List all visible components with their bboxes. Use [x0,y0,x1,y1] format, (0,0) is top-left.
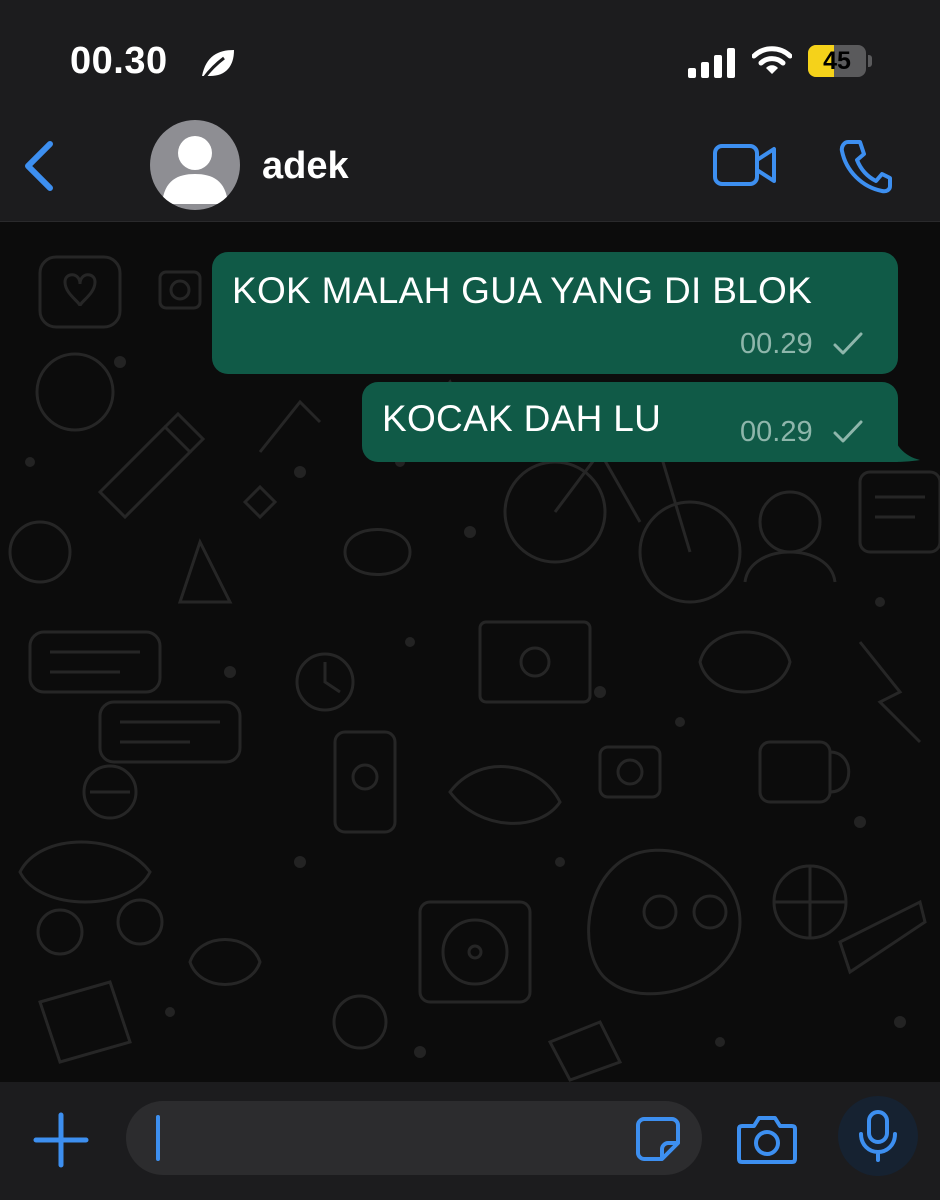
chat-area[interactable]: KOK MALAH GUA YANG DI BLOK 00.29 KOCAK D… [0,222,940,1082]
battery-percentage: 45 [823,47,851,75]
message-text: KOK MALAH GUA YANG DI BLOK [232,270,813,311]
chat-header: adek [0,110,940,222]
single-check-icon [833,420,863,443]
battery-cap [868,55,872,67]
back-chevron-icon [25,141,53,191]
message-input[interactable] [126,1101,702,1175]
back-button[interactable] [18,138,62,194]
video-call-icon [713,144,776,186]
microphone-icon [859,1110,897,1162]
signal-bars-icon [688,48,735,78]
wifi-icon [752,46,792,74]
camera-button[interactable] [736,1112,798,1166]
video-call-button[interactable] [712,140,778,190]
camera-icon [737,1116,797,1164]
battery-body: 45 [808,45,866,77]
message-bubble-outgoing[interactable]: KOCAK DAH LU 00.29 [362,382,898,462]
attach-button[interactable] [28,1107,94,1173]
sticker-icon [636,1117,680,1161]
plus-icon [33,1112,89,1168]
voice-message-button[interactable] [838,1096,918,1176]
battery-icon: 45 [808,45,872,77]
single-check-icon [833,332,863,355]
message-input-bar [0,1082,940,1200]
bubble-tail [890,424,920,462]
avatar-placeholder-icon [162,136,228,204]
message-text: KOCAK DAH LU [382,398,662,439]
message-time: 00.29 [740,416,813,448]
contact-name[interactable]: adek [262,145,349,188]
avatar[interactable] [150,120,240,210]
status-time: 00.30 [70,40,168,82]
voice-call-icon [839,140,892,194]
sticker-button[interactable] [634,1115,682,1163]
leaf-icon [202,50,234,79]
text-caret [156,1115,160,1161]
status-bar: 00.30 45 [0,0,940,110]
voice-call-button[interactable] [838,138,892,194]
message-time: 00.29 [740,328,813,360]
message-bubble-outgoing[interactable]: KOK MALAH GUA YANG DI BLOK 00.29 [212,252,898,374]
